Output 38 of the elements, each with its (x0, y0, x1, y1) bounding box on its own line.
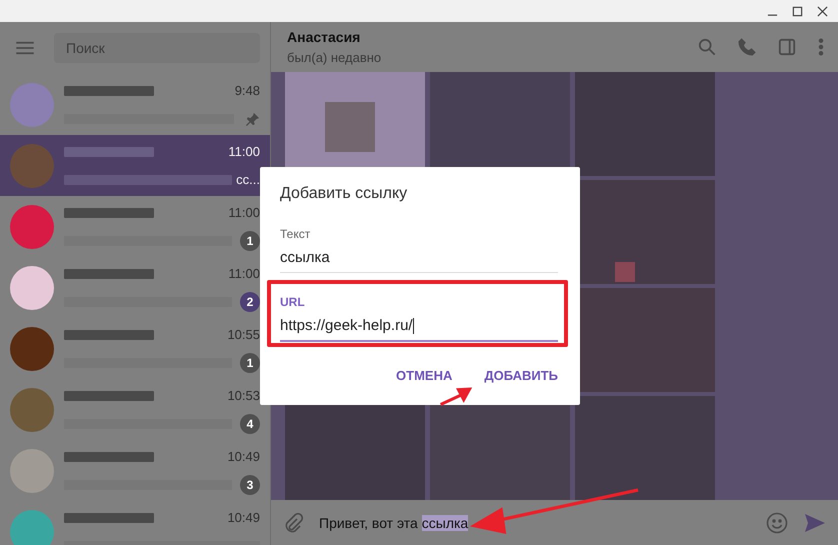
chat-item[interactable]: 10:55 1 (0, 318, 270, 379)
chat-item[interactable]: 11:00 1 (0, 196, 270, 257)
chat-preview: сс... (236, 172, 260, 187)
input-field[interactable]: Текст ссылка (280, 227, 558, 273)
menu-icon[interactable] (16, 41, 34, 55)
cancel-button[interactable]: ОТМЕНА (396, 364, 452, 388)
emoji-icon[interactable] (766, 512, 788, 534)
sidebar-icon[interactable] (778, 38, 796, 56)
close-icon[interactable] (817, 6, 828, 16)
input-field[interactable]: URL https://geek-help.ru/ (280, 295, 558, 342)
phone-icon[interactable] (738, 38, 756, 56)
unread-badge: 4 (240, 414, 260, 434)
maximize-icon[interactable] (792, 6, 803, 16)
search-icon[interactable] (698, 38, 716, 56)
chat-time: 9:48 (234, 83, 260, 98)
chat-item[interactable]: 10:49 3 (0, 440, 270, 501)
unread-badge: 1 (240, 230, 260, 250)
chat-item[interactable]: 10:53 4 (0, 379, 270, 440)
chat-time: 10:49 (227, 449, 260, 464)
chat-time: 11:00 (228, 266, 260, 281)
chat-item[interactable]: 11:00 сс... (0, 135, 270, 196)
chat-time: 11:00 (228, 144, 260, 159)
dialog-title: Добавить ссылку (280, 185, 408, 203)
more-icon[interactable] (818, 38, 824, 56)
chat-item[interactable]: 11:00 2 (0, 257, 270, 318)
chat-time: 10:55 (227, 327, 260, 342)
unread-badge: 2 (240, 292, 260, 312)
unread-badge: 1 (240, 352, 260, 372)
chat-status: был(а) недавно (287, 50, 382, 65)
add-button[interactable]: ДОБАВИТЬ (484, 364, 558, 388)
search-field[interactable]: Поиск (54, 33, 260, 63)
chat-time: 11:00 (228, 205, 260, 220)
chat-time: 10:49 (227, 510, 260, 525)
unread-badge: 3 (240, 474, 260, 494)
chat-title: Анастасия (287, 29, 362, 45)
attach-icon[interactable] (283, 512, 303, 532)
chat-time: 10:53 (227, 388, 260, 403)
send-icon[interactable] (804, 512, 826, 532)
